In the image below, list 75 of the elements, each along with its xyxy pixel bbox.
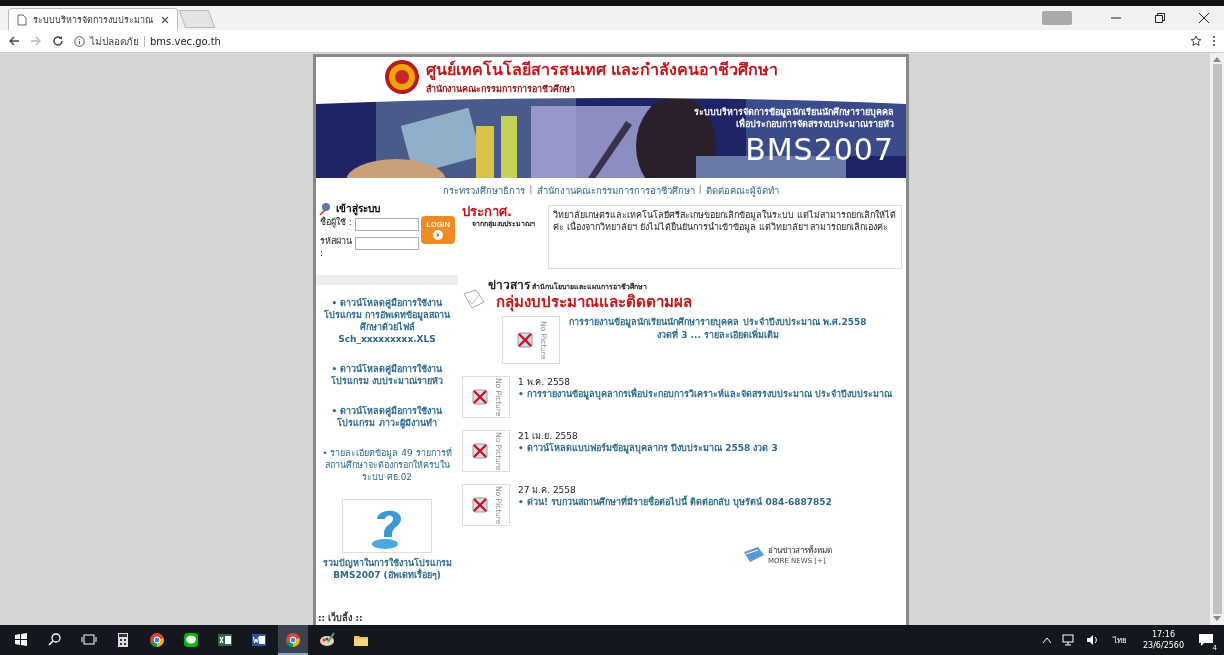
nav-link[interactable]: สำนักงานคณะกรรมการการอาชีวศึกษา bbox=[536, 183, 695, 198]
nav-link[interactable]: ติดต่อคณะผู้จัดทำ bbox=[705, 183, 779, 198]
sidebar-link[interactable]: • ดาวน์โหลดคู่มือการใช้งานโปรแกรม การอัพเดทข้อมูลสถานศึกษาด้วยไฟล์ Sch_xxxxxxxxx.XLS bbox=[316, 293, 458, 349]
scroll-thumb[interactable] bbox=[1212, 64, 1222, 614]
news-link[interactable]: • ด่วน! รบกวนสถานศึกษาที่มีรายชื่อต่อไปนี้ ติดต่อกลับ บุษรัตน์ 084-6887852 bbox=[518, 496, 832, 508]
input-field[interactable] bbox=[355, 237, 419, 250]
chevron-up-icon[interactable] bbox=[1041, 636, 1052, 644]
document-icon[interactable] bbox=[251, 632, 267, 648]
announcement-heading: ประกาศ. bbox=[462, 205, 513, 218]
browser-icon[interactable] bbox=[285, 632, 301, 648]
scroll-up-icon bbox=[1213, 56, 1221, 62]
tab-title: ระบบบริหารจัดการงบประมาณ bbox=[33, 13, 154, 27]
separator: | bbox=[529, 183, 533, 196]
paper-icon bbox=[462, 288, 486, 310]
speaker-icon[interactable] bbox=[1085, 634, 1100, 646]
network-icon[interactable] bbox=[1061, 634, 1076, 646]
section-heading: :: เว็บลิ้ง :: bbox=[317, 611, 364, 625]
search-icon[interactable] bbox=[47, 632, 63, 648]
calculator-icon[interactable] bbox=[115, 632, 131, 648]
task-view-icon[interactable] bbox=[81, 632, 97, 648]
start-button[interactable] bbox=[13, 632, 29, 648]
star-icon[interactable] bbox=[1190, 35, 1202, 47]
help-link[interactable]: รวมปัญหาในการใช้งานโปรแกรม BMS2007 (อัพเดทเรื่อยๆ) bbox=[316, 553, 458, 585]
clock[interactable]: 17:16 23/6/2560 bbox=[1142, 629, 1184, 651]
broken-image-icon bbox=[469, 441, 490, 461]
back-icon[interactable] bbox=[8, 35, 20, 47]
login-title: เข้าสู่ระบบ bbox=[336, 202, 380, 216]
product-name: BMS2007 bbox=[744, 131, 894, 169]
close-icon[interactable] bbox=[161, 15, 169, 24]
palette-icon[interactable] bbox=[319, 632, 335, 648]
news-date: 27 ม.ค. 2558 bbox=[518, 484, 577, 495]
emblem-icon bbox=[383, 58, 420, 95]
reload-icon[interactable] bbox=[52, 35, 64, 47]
news-link[interactable]: การรายงานข้อมูลนักเรียนนักศึกษารายบุคคล ประจำปีงบประมาณ พ.ศ.2558 งวดที่ 3 ... รายละเอียดเพิ่มเติม bbox=[568, 316, 868, 342]
broken-image-icon bbox=[469, 387, 490, 407]
security-label: ไม่ปลอดภัย bbox=[90, 34, 139, 49]
field-label: รหัสผ่าน : bbox=[320, 235, 353, 259]
sidebar-link[interactable]: • ดาวน์โหลดคู่มือการใช้งานโปรแกรม งบประมาณรายหัว bbox=[316, 359, 458, 391]
browser-tab[interactable]: ระบบบริหารจัดการงบประมาณ bbox=[8, 8, 178, 30]
nav-link[interactable]: กระทรวงศึกษาธิการ bbox=[443, 183, 526, 198]
newspaper-icon bbox=[743, 545, 765, 564]
sidebar-link[interactable]: • รายละเอียดข้อมูล 49 รายการที่สถานศึกษาจะต้องกรอกให้ครบในระบบ ศธ.02 bbox=[316, 443, 458, 487]
menu-icon[interactable] bbox=[1212, 35, 1216, 47]
broken-image-icon bbox=[514, 330, 535, 350]
separator: | bbox=[698, 183, 702, 196]
scrollbar[interactable] bbox=[1210, 53, 1224, 625]
close-icon[interactable] bbox=[1198, 12, 1210, 24]
page-icon bbox=[17, 13, 27, 26]
announcement-text: วิทยาลัยเกษตรและเทคโนโลยีศรีสะเกษขอยกเลิกข้อมูลในระบบ แต่ไม่สามารถยกเลิกให้ได้ค่ะ เนื่องจากวิทยาลัยฯ ยังไม่ได้ยืนยันการนำเข้าข้อมูล แต่วิทยาลัยฯ สามารถยกเลิกเองค่ะ bbox=[548, 205, 902, 269]
news-date: 1 พ.ค. 2558 bbox=[518, 376, 572, 387]
news-group: กลุ่มงบประมาณและติดตามผล bbox=[488, 294, 692, 310]
browser-icon[interactable] bbox=[149, 632, 165, 648]
spreadsheet-icon[interactable] bbox=[217, 632, 233, 648]
banner-tagline: เพื่อประกอบการจัดสรรงบประมาณรายหัว bbox=[736, 118, 894, 130]
sidebar-link[interactable]: • ดาวน์โหลดคู่มือการใช้งานโปรแกรม ภาวะผู้มีงานทำ bbox=[316, 401, 458, 433]
news-link[interactable]: • ดาวน์โหลดแบบฟอร์มข้อมูลบุคลากร ปีงบประมาณ 2558 งวด 3 bbox=[518, 442, 778, 454]
address-bar[interactable]: ไม่ปลอดภัย bms.vec.go.th bbox=[74, 32, 1180, 50]
field-label: ชื่อผู้ใช้ : bbox=[320, 216, 353, 228]
news-link[interactable]: • การรายงานข้อมูลบุคลากรเพื่อประกอบการวิเคราะห์และจัดสรรงบประมาณ ประจำปีงบประมาณ bbox=[518, 388, 893, 400]
play-icon bbox=[433, 230, 443, 240]
scroll-down-icon bbox=[1213, 616, 1221, 622]
site-title: ศูนย์เทคโนโลยีสารสนเทศ และกำลังคนอาชีวศึกษา bbox=[425, 59, 779, 82]
broken-image-icon bbox=[469, 495, 490, 515]
news-heading: ข่าวสาร bbox=[488, 277, 530, 293]
url-text: bms.vec.go.th bbox=[150, 35, 221, 47]
chat-icon[interactable] bbox=[183, 632, 199, 648]
news-date: 21 เม.ย. 2558 bbox=[518, 430, 579, 442]
pin-icon bbox=[318, 201, 332, 216]
info-icon bbox=[74, 35, 85, 47]
help-image[interactable] bbox=[342, 499, 432, 553]
site-subtitle: สำนักงานคณะกรรมการการอาชีวศึกษา bbox=[425, 83, 576, 96]
banner-tagline: ระบบบริหารจัดการข้อมูลนักเรียนนักศึกษารายบุคคล bbox=[694, 106, 894, 118]
restore-icon[interactable] bbox=[1154, 12, 1166, 24]
language-indicator[interactable]: ไทย bbox=[1112, 633, 1127, 647]
input-field[interactable] bbox=[355, 218, 419, 231]
